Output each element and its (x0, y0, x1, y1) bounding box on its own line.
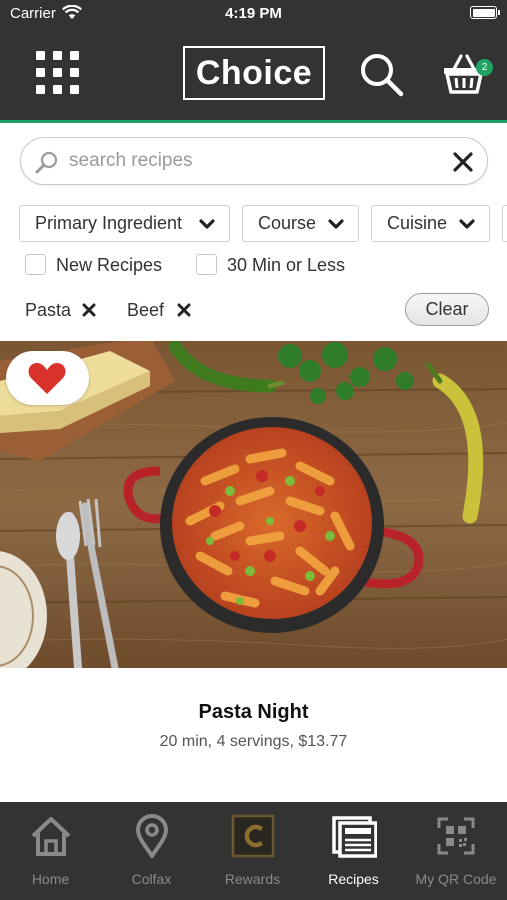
recipes-icon (331, 816, 377, 858)
app-header: Carrier 4:19 PM Choice 2 (0, 0, 507, 123)
chevron-down-icon (328, 219, 344, 229)
tag-label: Pasta (25, 300, 72, 320)
chevron-down-icon (199, 219, 215, 229)
tab-label: Recipes (328, 871, 379, 887)
status-time: 4:19 PM (225, 5, 282, 22)
cart-count-badge: 2 (476, 59, 493, 76)
remove-tag-icon[interactable] (177, 303, 191, 317)
tab-bar: Home Colfax Rewards Recipes My QR Code (0, 802, 507, 900)
search-field-icon (35, 151, 58, 174)
new-recipes-checkbox[interactable]: New Recipes (25, 253, 175, 277)
recipe-meta: 20 min, 4 servings, $13.77 (159, 733, 348, 750)
choice-logo[interactable]: Choice (183, 46, 325, 100)
tab-label: My QR Code (415, 871, 497, 887)
active-filter-tag-beef: Beef (127, 298, 197, 322)
more-filters-dropdown[interactable] (502, 205, 507, 242)
status-bar: Carrier 4:19 PM (0, 0, 507, 30)
tab-label: Home (31, 871, 70, 887)
checkbox-label: New Recipes (56, 255, 163, 275)
primary-ingredient-dropdown[interactable]: Primary Ingredient (19, 205, 230, 242)
recipe-title[interactable]: Pasta Night (0, 701, 507, 724)
battery-icon (470, 6, 500, 19)
clear-search-icon[interactable] (453, 152, 473, 172)
dropdown-label: Cuisine (387, 213, 448, 233)
active-filter-tag-pasta: Pasta (25, 298, 105, 322)
grid-menu-icon[interactable] (36, 51, 80, 95)
checkbox-box[interactable] (196, 254, 217, 275)
dropdown-label: Primary Ingredient (35, 213, 183, 233)
heart-icon (28, 363, 66, 394)
search-icon[interactable] (358, 51, 404, 97)
tab-label: Rewards (224, 871, 281, 887)
tab-home[interactable]: Home (0, 802, 101, 900)
course-dropdown[interactable]: Course (242, 205, 359, 242)
location-pin-icon (135, 814, 168, 858)
tab-colfax[interactable]: Colfax (101, 802, 202, 900)
cuisine-dropdown[interactable]: Cuisine (371, 205, 490, 242)
tab-recipes[interactable]: Recipes (303, 802, 404, 900)
checkbox-label: 30 Min or Less (227, 255, 346, 275)
checkbox-box[interactable] (25, 254, 46, 275)
search-bar (20, 137, 488, 185)
clear-filters-button[interactable]: Clear (405, 293, 489, 326)
tab-label: Colfax (131, 871, 172, 887)
30-min-or-less-checkbox[interactable]: 30 Min or Less (196, 253, 356, 277)
chevron-down-icon (459, 219, 475, 229)
dropdown-label: Course (258, 213, 317, 233)
qr-code-icon (437, 817, 475, 855)
tag-label: Beef (127, 300, 165, 320)
remove-tag-icon[interactable] (82, 303, 96, 317)
home-icon (31, 817, 70, 856)
rewards-icon (231, 814, 274, 858)
tab-rewards[interactable]: Rewards (202, 802, 303, 900)
search-input[interactable] (69, 144, 439, 178)
favorite-button[interactable] (6, 351, 89, 405)
tab-my-qr-code[interactable]: My QR Code (405, 802, 507, 900)
